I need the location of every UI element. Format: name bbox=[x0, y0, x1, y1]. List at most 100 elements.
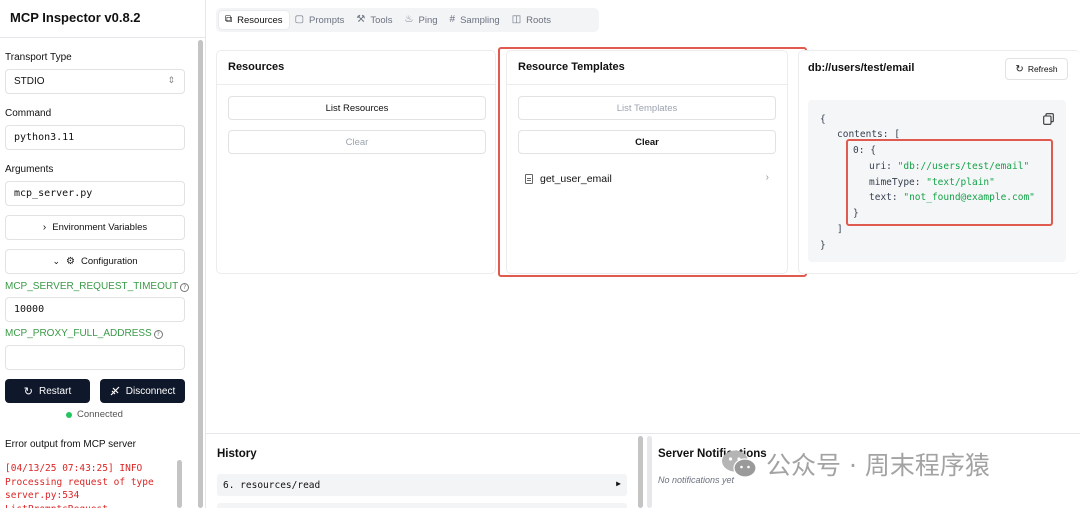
tab-bar: ⧉ Resources ▢ Prompts ⚒ Tools ♨ Ping # S… bbox=[216, 8, 599, 32]
tab-tools-label: Tools bbox=[370, 14, 393, 26]
connection-status: Connected bbox=[66, 409, 123, 420]
json-string: "text/plain" bbox=[926, 177, 995, 188]
sidebar-scrollbar[interactable] bbox=[198, 40, 203, 508]
list-templates-button[interactable]: List Templates bbox=[518, 96, 776, 120]
roots-icon: ◫ bbox=[511, 14, 522, 25]
refresh-label: Refresh bbox=[1027, 64, 1058, 74]
arguments-label: Arguments bbox=[5, 164, 54, 175]
panel-resize-handle[interactable] bbox=[647, 436, 652, 508]
refresh-button[interactable]: ↻ Refresh bbox=[1005, 58, 1068, 80]
tab-prompts[interactable]: ▢ Prompts bbox=[289, 11, 351, 29]
json-object-open: { bbox=[870, 145, 876, 156]
error-log-scrollbar[interactable] bbox=[177, 460, 182, 508]
status-dot-icon bbox=[66, 411, 72, 418]
sidebar: MCP Inspector v0.8.2 Transport Type STDI… bbox=[0, 0, 206, 508]
json-array-close: ] bbox=[837, 224, 843, 235]
gear-icon: ⚙ bbox=[66, 256, 75, 267]
history-title: History bbox=[217, 448, 257, 460]
json-key: contents bbox=[837, 129, 883, 140]
history-item-label: 6. resources/read bbox=[223, 479, 321, 491]
tab-sampling-label: Sampling bbox=[460, 14, 500, 26]
configuration-label: Configuration bbox=[81, 256, 138, 267]
json-string: "not_found@example.com" bbox=[903, 192, 1035, 203]
json-close-brace: } bbox=[820, 240, 826, 251]
list-resources-button[interactable]: List Resources bbox=[228, 96, 486, 120]
proxy-address-label: MCP_PROXY_FULL_ADDRESS? bbox=[5, 328, 163, 339]
prompts-icon: ▢ bbox=[294, 14, 305, 25]
transport-type-value: STDIO bbox=[14, 76, 45, 87]
tab-resources[interactable]: ⧉ Resources bbox=[219, 11, 289, 29]
watermark: 公众号 · 周末程序猿 bbox=[720, 446, 990, 482]
tab-resources-label: Resources bbox=[237, 14, 283, 26]
command-input[interactable]: python3.11 bbox=[5, 125, 185, 150]
resources-panel-title: Resources bbox=[228, 61, 285, 73]
history-scrollbar[interactable] bbox=[638, 436, 643, 508]
tab-roots[interactable]: ◫ Roots bbox=[506, 11, 557, 29]
json-uri-line: uri: "db://users/test/email" bbox=[869, 161, 1030, 172]
json-key: mimeType bbox=[869, 177, 915, 188]
json-mimetype-line: mimeType: "text/plain" bbox=[869, 177, 995, 188]
connection-status-text: Connected bbox=[77, 409, 123, 420]
template-list-item[interactable]: get_user_email › bbox=[525, 168, 775, 190]
arguments-input[interactable]: mcp_server.py bbox=[5, 181, 185, 206]
disconnect-button[interactable]: Disconnect bbox=[100, 379, 185, 403]
resource-templates-title: Resource Templates bbox=[518, 61, 625, 73]
watermark-text: 公众号 · 周末程序猿 bbox=[766, 451, 990, 480]
bell-icon: ♨ bbox=[404, 14, 414, 25]
request-timeout-input[interactable]: 10000 bbox=[5, 297, 185, 322]
json-key: text bbox=[869, 192, 892, 203]
restart-label: Restart bbox=[38, 385, 72, 397]
hash-icon: # bbox=[449, 14, 456, 25]
json-index: 0 bbox=[853, 145, 859, 156]
proxy-address-text: MCP_PROXY_FULL_ADDRESS bbox=[5, 328, 152, 339]
transport-type-label: Transport Type bbox=[5, 52, 72, 63]
json-string: "db://users/test/email" bbox=[897, 161, 1030, 172]
templates-panel-divider bbox=[507, 84, 787, 85]
tab-roots-label: Roots bbox=[526, 14, 551, 26]
wechat-logo-icon bbox=[722, 450, 757, 478]
tab-ping-label: Ping bbox=[418, 14, 438, 26]
expand-triangle-icon: ▶ bbox=[616, 479, 621, 488]
template-name: get_user_email bbox=[540, 173, 612, 185]
chevron-right-icon: › bbox=[42, 222, 47, 233]
history-item[interactable]: 6. resources/read ▶ bbox=[217, 474, 627, 496]
bottom-divider bbox=[206, 433, 1080, 434]
request-timeout-label: MCP_SERVER_REQUEST_TIMEOUT? bbox=[5, 281, 190, 292]
copy-icon[interactable] bbox=[1043, 113, 1054, 125]
command-label: Command bbox=[5, 108, 52, 119]
restart-button[interactable]: ↻ Restart bbox=[5, 379, 90, 403]
help-icon[interactable]: ? bbox=[153, 330, 163, 339]
tab-sampling[interactable]: # Sampling bbox=[444, 11, 506, 29]
tab-ping[interactable]: ♨ Ping bbox=[399, 11, 444, 29]
json-text-line: text: "not_found@example.com" bbox=[869, 192, 1035, 203]
unplug-icon bbox=[110, 386, 120, 396]
json-array-open: [ bbox=[894, 129, 900, 140]
json-key: uri bbox=[869, 161, 887, 172]
configuration-button[interactable]: ⌄ ⚙ Configuration bbox=[5, 249, 185, 274]
error-output-log: [04/13/25 07:43:25] INFO Processing requ… bbox=[5, 463, 154, 508]
tools-icon: ⚒ bbox=[356, 14, 366, 25]
tab-tools[interactable]: ⚒ Tools bbox=[350, 11, 398, 29]
resources-panel-divider bbox=[217, 84, 495, 85]
resources-icon: ⧉ bbox=[225, 14, 233, 25]
proxy-address-input[interactable] bbox=[5, 345, 185, 370]
refresh-icon: ↻ bbox=[1015, 63, 1024, 75]
environment-variables-button[interactable]: › Environment Variables bbox=[5, 215, 185, 240]
disconnect-label: Disconnect bbox=[125, 385, 176, 397]
tab-prompts-label: Prompts bbox=[309, 14, 345, 26]
transport-type-select[interactable]: STDIO ⇕ bbox=[5, 69, 185, 94]
restart-icon: ↻ bbox=[23, 385, 33, 398]
app-title: MCP Inspector v0.8.2 bbox=[10, 10, 141, 25]
document-icon bbox=[525, 174, 533, 184]
resource-uri-title: db://users/test/email bbox=[808, 62, 915, 74]
help-icon[interactable]: ? bbox=[180, 283, 190, 292]
json-contents-line: contents: [ bbox=[837, 129, 900, 140]
clear-resources-button[interactable]: Clear bbox=[228, 130, 486, 154]
history-item[interactable] bbox=[217, 503, 627, 508]
error-output-title: Error output from MCP server bbox=[5, 439, 136, 450]
chevron-down-icon: ⌄ bbox=[52, 256, 61, 266]
environment-variables-label: Environment Variables bbox=[52, 222, 148, 233]
clear-templates-button[interactable]: Clear bbox=[518, 130, 776, 154]
chevron-right-icon: › bbox=[765, 172, 769, 183]
json-index-line: 0: { bbox=[853, 145, 876, 156]
